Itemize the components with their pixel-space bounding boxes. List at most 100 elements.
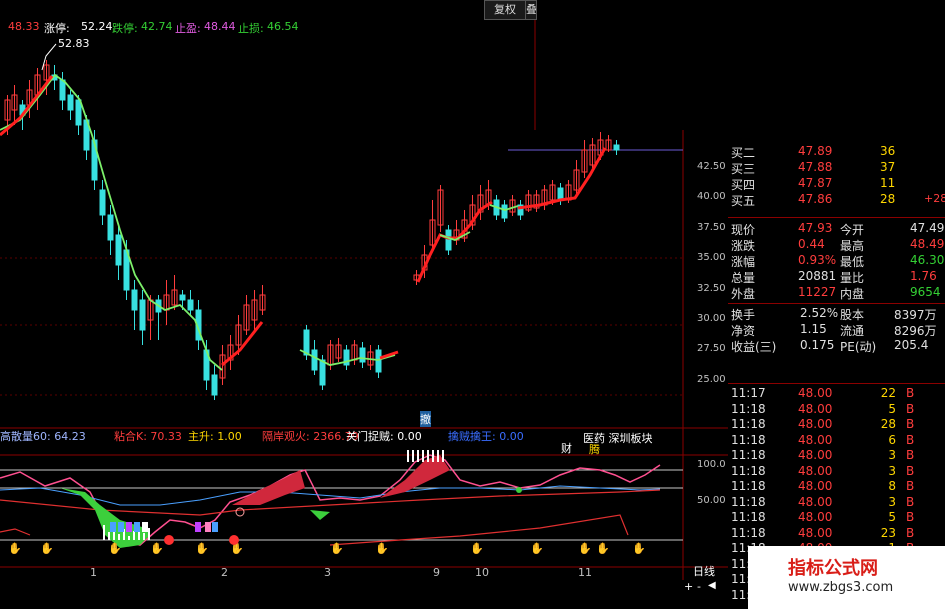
tick-price: 48.00 [798,525,833,540]
overlay-button[interactable]: 叠 [525,0,537,20]
fund-label: 流通 [840,324,865,338]
tick-row: 11:18 48.00 23 B [728,526,945,541]
signal-dot [235,507,245,517]
candle [187,299,194,311]
tick-row: 11:18 48.00 28 B [728,417,945,432]
bid-price: 47.89 [798,144,833,158]
take-profit-label: 止盈: [175,22,201,35]
tick-price: 48.00 [798,510,833,524]
tick-side: B [906,494,915,509]
tick-time: 11:18 [731,510,766,524]
restore-rights-button[interactable]: 复权 [484,0,526,20]
tick-time: 11:18 [731,479,766,493]
candle [375,349,382,373]
signal-dot [229,535,239,545]
tick-row: 11:18 48.00 5 B [728,402,945,417]
candle [359,347,366,363]
zoom-out-icon[interactable]: - [697,580,701,593]
tick-time: 11:18 [731,401,766,416]
signal-block [134,522,140,532]
candle [99,189,106,216]
signal-block [195,522,201,532]
tick-volume: 3 [888,448,896,462]
candle [139,299,146,331]
indicator-label: 擒贼擒王: 0.00 [448,430,524,443]
zoom-in-icon[interactable]: + [684,580,693,593]
signal-block [212,522,218,532]
fund-label: 换手 [731,308,756,322]
limit-down-label: 跌停: [112,22,138,35]
separator [728,383,945,384]
bid-volume: 36 [880,144,896,158]
stat-value: 47.93 [798,221,833,235]
signal-block [110,522,116,532]
candle [179,294,186,301]
tick-time: 11:18 [731,463,766,478]
x-axis-tick: 9 [433,566,440,579]
watermark-url: www.zbgs3.com [788,580,894,595]
hand-icon: ✋ [470,542,484,555]
stat-label: 内盘 [840,287,865,301]
candle [319,359,326,386]
fund-value: 8296万 [894,324,937,338]
indicator-label: 粘合K: 70.33 [114,430,182,443]
fundamentals: 换手 2.52% 股本 8397万 净资 1.15 流通 8296万 收益(三) 0.175 PE(… [728,305,945,385]
bid-volume: 11 [880,176,896,190]
limit-up-label: 涨停: [44,22,70,35]
tick-row: 11:18 48.00 3 B [728,495,945,510]
tick-volume: 5 [888,401,896,416]
price-axis-tick: 37.50 [697,221,726,233]
tick-volume: 3 [888,494,896,509]
tick-volume: 8 [888,479,896,493]
bid-label: 买四 [731,178,756,192]
tick-volume: 6 [888,432,896,447]
tick-row: 11:18 48.00 5 B [728,510,945,525]
stat-label: 最低 [840,255,865,269]
stat-label: 外盘 [731,287,756,301]
bid-label: 买三 [731,162,756,176]
tick-volume: 23 [880,525,896,540]
tick-side: B [906,510,915,524]
stat-value: 0.44 [798,237,825,251]
stat-label: 涨幅 [731,255,756,269]
price-axis-tick: 35.00 [697,252,726,264]
tick-price: 48.00 [798,386,833,400]
sub-axis-tick: 100.0 [697,459,726,470]
take-profit-value: 48.44 [204,20,236,33]
stat-label: 现价 [731,223,756,237]
fund-label: PE(动) [840,340,877,354]
price-axis-tick: 32.50 [697,282,726,294]
bid-price: 47.88 [798,160,833,174]
stat-value: 1.76 [910,269,937,283]
price-stats: 现价 47.93 今开 47.49 涨跌 0.44 最高 48.49 涨幅 0.93% 最低 46.3… [728,219,945,303]
tick-price: 48.00 [798,463,833,478]
fund-label: 股本 [840,308,865,322]
kline-chart[interactable]: ✋ ✋ ✋ ✋ ✋ ✋ ✋ ✋ ✋ ✋ ✋ ✋ ✋ [0,0,728,580]
tick-price: 48.00 [798,479,833,493]
signal-dot [516,487,522,493]
tick-price: 48.00 [798,448,833,462]
price-axis-tick: 27.50 [697,343,726,355]
candle [501,204,508,219]
limit-down-value: 42.74 [141,20,173,33]
signal-dot [164,535,174,545]
green-fill-area [310,510,330,520]
tick-time: 11:18 [731,432,766,447]
ma-red-line [221,321,264,367]
watermark-title: 指标公式网 [788,558,878,579]
tick-side: B [906,417,915,431]
stat-value: 47.49 [910,221,945,235]
stat-value: 11227 [798,285,837,299]
stat-value: 9654 [910,285,941,299]
tick-volume: 28 [880,417,896,431]
tick-side: B [906,432,915,447]
period-label[interactable]: 日线 [693,563,715,579]
signal-block [142,522,148,532]
hand-icon: ✋ [578,542,592,555]
stop-loss-label: 止损: [238,22,264,35]
hand-icon: ✋ [596,542,610,555]
hand-icon: ✋ [195,542,209,555]
scroll-left-icon[interactable]: ◀ [708,580,716,591]
tick-time: 11:18 [731,448,766,462]
separator [728,303,945,304]
